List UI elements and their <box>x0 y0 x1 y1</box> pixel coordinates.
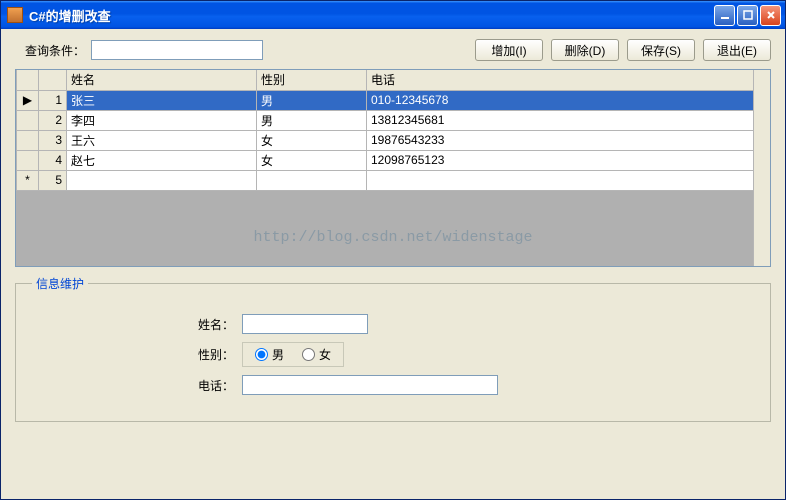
cell-name[interactable] <box>67 170 257 190</box>
phone-input[interactable] <box>242 375 498 395</box>
window-title: C#的增删改查 <box>29 6 714 25</box>
maximize-button[interactable] <box>737 5 758 26</box>
cell-gender[interactable]: 女 <box>257 130 367 150</box>
radio-female-label[interactable]: 女 <box>302 346 331 363</box>
grid-header-row: 姓名 性别 电话 <box>17 70 770 90</box>
maintenance-group: 信息维护 姓名： 性别： 男 女 <box>15 275 771 422</box>
col-header-gender[interactable]: 性别 <box>257 70 367 90</box>
cell-name[interactable]: 李四 <box>67 110 257 130</box>
cell-name[interactable]: 王六 <box>67 130 257 150</box>
data-grid-container: 姓名 性别 电话 ▶1张三男010-123456782李四男1381234568… <box>15 69 771 267</box>
cell-gender[interactable]: 男 <box>257 90 367 110</box>
row-number: 3 <box>39 130 67 150</box>
close-icon <box>766 10 776 20</box>
row-number: 4 <box>39 150 67 170</box>
col-header-phone[interactable]: 电话 <box>367 70 770 90</box>
minimize-button[interactable] <box>714 5 735 26</box>
row-marker: ▶ <box>17 90 39 110</box>
grid-corner <box>17 70 39 90</box>
phone-label: 电话： <box>32 377 242 394</box>
form-row-gender: 性别： 男 女 <box>32 342 754 367</box>
radio-female-text: 女 <box>319 346 331 363</box>
group-legend: 信息维护 <box>32 275 88 292</box>
window-buttons <box>714 5 781 26</box>
client-area: 查询条件： 增加(I) 删除(D) 保存(S) 退出(E) 姓名 性别 <box>1 29 785 499</box>
radio-male[interactable] <box>255 348 268 361</box>
exit-button[interactable]: 退出(E) <box>703 39 771 61</box>
minimize-icon <box>720 10 730 20</box>
query-input[interactable] <box>91 40 263 60</box>
table-row[interactable]: *5 <box>17 170 770 190</box>
row-marker <box>17 150 39 170</box>
save-button[interactable]: 保存(S) <box>627 39 695 61</box>
grid-num-header <box>39 70 67 90</box>
cell-phone[interactable]: 12098765123 <box>367 150 770 170</box>
cell-name[interactable]: 赵七 <box>67 150 257 170</box>
radio-male-label[interactable]: 男 <box>255 346 284 363</box>
add-button[interactable]: 增加(I) <box>475 39 543 61</box>
name-input[interactable] <box>242 314 368 334</box>
cell-phone[interactable]: 19876543233 <box>367 130 770 150</box>
name-label: 姓名： <box>32 316 242 333</box>
table-row[interactable]: 4赵七女12098765123 <box>17 150 770 170</box>
close-button[interactable] <box>760 5 781 26</box>
watermark-text: http://blog.csdn.net/widenstage <box>16 229 770 246</box>
vertical-scrollbar[interactable] <box>753 70 770 266</box>
row-marker <box>17 130 39 150</box>
app-icon <box>7 7 23 23</box>
app-window: C#的增删改查 查询条件： 增加(I) 删除(D) 保存(S) 退出(E) <box>0 0 786 500</box>
radio-male-text: 男 <box>272 346 284 363</box>
form-row-phone: 电话： <box>32 375 754 395</box>
gender-label: 性别： <box>32 346 242 363</box>
row-number: 5 <box>39 170 67 190</box>
cell-name[interactable]: 张三 <box>67 90 257 110</box>
row-marker: * <box>17 170 39 190</box>
cell-phone[interactable]: 13812345681 <box>367 110 770 130</box>
form-row-name: 姓名： <box>32 314 754 334</box>
row-number: 1 <box>39 90 67 110</box>
row-number: 2 <box>39 110 67 130</box>
table-row[interactable]: 3王六女19876543233 <box>17 130 770 150</box>
table-row[interactable]: ▶1张三男010-12345678 <box>17 90 770 110</box>
cell-gender[interactable] <box>257 170 367 190</box>
cell-phone[interactable] <box>367 170 770 190</box>
col-header-name[interactable]: 姓名 <box>67 70 257 90</box>
maximize-icon <box>743 10 753 20</box>
radio-female[interactable] <box>302 348 315 361</box>
data-grid[interactable]: 姓名 性别 电话 ▶1张三男010-123456782李四男1381234568… <box>16 70 770 191</box>
cell-gender[interactable]: 女 <box>257 150 367 170</box>
row-marker <box>17 110 39 130</box>
delete-button[interactable]: 删除(D) <box>551 39 619 61</box>
gender-radiogroup: 男 女 <box>242 342 344 367</box>
titlebar: C#的增删改查 <box>1 1 785 29</box>
query-label: 查询条件： <box>25 42 85 59</box>
cell-gender[interactable]: 男 <box>257 110 367 130</box>
top-row: 查询条件： 增加(I) 删除(D) 保存(S) 退出(E) <box>15 39 771 61</box>
cell-phone[interactable]: 010-12345678 <box>367 90 770 110</box>
table-row[interactable]: 2李四男13812345681 <box>17 110 770 130</box>
